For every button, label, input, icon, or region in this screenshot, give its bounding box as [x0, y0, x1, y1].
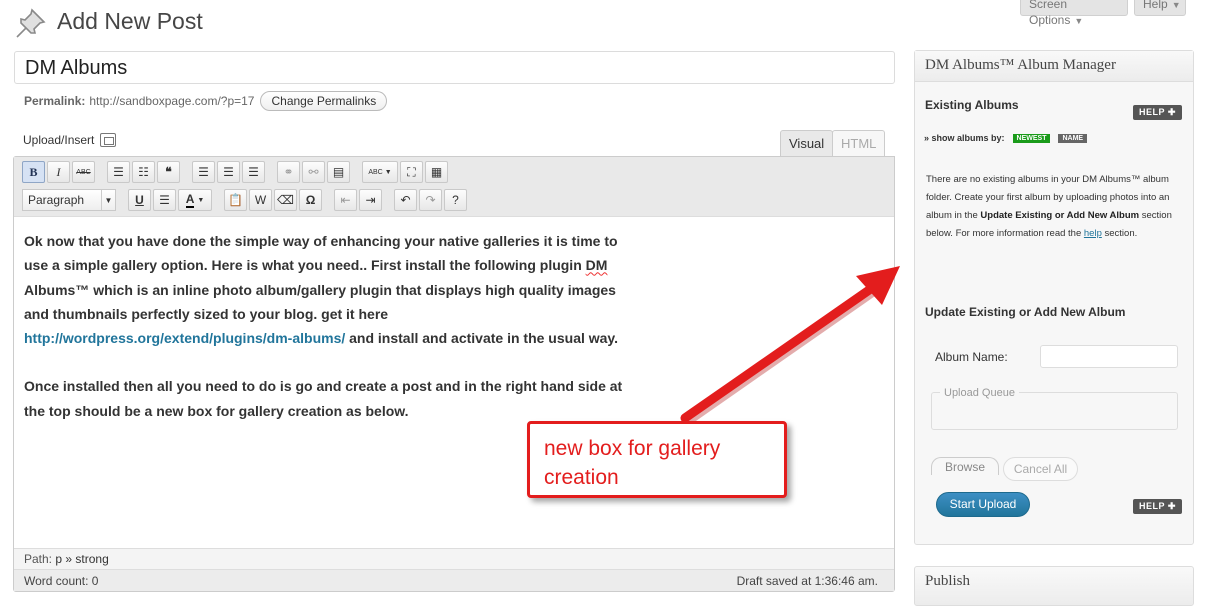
underline-button[interactable]: U: [128, 189, 151, 211]
editor-toolbar: B I ABC ☰ ☷ ❝ ☰ ☰ ☰ ⚭ ⚯ ▤ ABC ▼ ⛶ ▦ Parag…: [14, 157, 894, 217]
help-label: HELP: [1139, 501, 1165, 511]
change-permalinks-button[interactable]: Change Permalinks: [260, 91, 388, 111]
content-paragraph: Ok now that you have done the simple way…: [24, 229, 624, 350]
info-text: section.: [1101, 228, 1138, 239]
publish-title[interactable]: Publish: [925, 573, 970, 589]
page-title: Add New Post: [57, 8, 203, 34]
post-title-input[interactable]: DM Albums: [14, 51, 895, 84]
italic-button[interactable]: I: [47, 161, 70, 183]
link-icon[interactable]: ⚭: [277, 161, 300, 183]
path-bar: Path: p » strong: [14, 548, 894, 569]
more-tag-button[interactable]: ▤: [327, 161, 350, 183]
add-media-icon[interactable]: [100, 133, 117, 147]
no-albums-message: There are no existing albums in your DM …: [926, 171, 1184, 243]
tab-html[interactable]: HTML: [832, 130, 886, 156]
content-text: Ok now that you have done the simple way…: [24, 233, 618, 274]
help-label: HELP: [1139, 107, 1165, 117]
annotation-callout: new box for gallery creation: [527, 421, 787, 498]
screen-options-tab[interactable]: Screen Options ▼: [1020, 0, 1128, 27]
format-select[interactable]: Paragraph ▼: [22, 189, 116, 211]
bullet-list-button[interactable]: ☰: [107, 161, 130, 183]
help-button[interactable]: HELP ✚: [1133, 105, 1182, 120]
permalink-url[interactable]: http://sandboxpage.com/?p=17: [89, 94, 254, 108]
screen-options-label: Screen Options: [1029, 0, 1071, 27]
upload-insert: Upload/Insert: [23, 133, 117, 147]
help-tab[interactable]: Help ▼: [1134, 0, 1186, 16]
tab-visual[interactable]: Visual: [780, 130, 834, 156]
status-bar: Word count: 0 Draft saved at 1:36:46 am.: [14, 569, 894, 591]
annotation-arrow: [680, 266, 900, 426]
album-manager-box: DM Albums™ Album Manager Existing Albums…: [914, 50, 1194, 545]
paste-word-icon[interactable]: W: [249, 189, 272, 211]
plugin-link[interactable]: http://wordpress.org/extend/plugins/dm-a…: [24, 330, 345, 346]
info-text-bold: Update Existing or Add New Album: [980, 210, 1140, 221]
fullscreen-icon[interactable]: ⛶: [400, 161, 423, 183]
draft-saved-status: Draft saved at 1:36:46 am.: [736, 574, 878, 588]
content-text: and install and activate in the usual wa…: [345, 330, 619, 347]
upload-insert-label: Upload/Insert: [23, 133, 95, 147]
redo-icon[interactable]: ↷: [419, 189, 442, 211]
unlink-icon[interactable]: ⚯: [302, 161, 325, 183]
numbered-list-button[interactable]: ☷: [132, 161, 155, 183]
align-center-button[interactable]: ☰: [217, 161, 240, 183]
editor-content[interactable]: Ok now that you have done the simple way…: [24, 229, 624, 423]
undo-icon[interactable]: ↶: [394, 189, 417, 211]
chevron-down-icon: ▼: [101, 190, 115, 210]
eraser-icon[interactable]: ⌫: [274, 189, 297, 211]
chevron-down-icon: ▼: [1171, 0, 1181, 10]
path-label: Path:: [24, 552, 53, 566]
chevron-down-icon: ▼: [1074, 16, 1084, 26]
strikethrough-button[interactable]: ABC: [72, 161, 95, 183]
cancel-all-button[interactable]: Cancel All: [1003, 457, 1078, 481]
pushpin-icon: [16, 8, 46, 38]
content-paragraph: Once installed then all you need to do i…: [24, 378, 623, 419]
path-value[interactable]: p » strong: [55, 552, 108, 566]
help-link[interactable]: help: [1084, 228, 1102, 239]
indent-icon[interactable]: ⇥: [359, 189, 382, 211]
spellcheck-button[interactable]: ABC ▼: [362, 161, 398, 183]
browse-button[interactable]: Browse: [931, 457, 999, 475]
help-icon[interactable]: ?: [444, 189, 467, 211]
special-char-icon[interactable]: Ω: [299, 189, 322, 211]
blockquote-button[interactable]: ❝: [157, 161, 180, 183]
align-right-button[interactable]: ☰: [242, 161, 265, 183]
text-color-button[interactable]: A ▼: [178, 189, 212, 211]
album-name-input[interactable]: [1040, 345, 1178, 368]
justify-button[interactable]: ☰: [153, 189, 176, 211]
album-name-label: Album Name:: [935, 350, 1008, 364]
outdent-icon[interactable]: ⇤: [334, 189, 357, 211]
help-button[interactable]: HELP ✚: [1133, 499, 1182, 514]
content-text: Albums™ which is an inline photo album/g…: [24, 281, 616, 322]
sort-newest-button[interactable]: NEWEST: [1012, 133, 1051, 143]
album-manager-title[interactable]: DM Albums™ Album Manager: [915, 51, 1193, 82]
permalink-row: Permalink: http://sandboxpage.com/?p=17 …: [24, 91, 388, 111]
permalink-label: Permalink:: [24, 94, 86, 108]
help-label: Help: [1143, 0, 1168, 11]
bold-button[interactable]: B: [22, 161, 45, 183]
publish-box: Publish: [914, 566, 1194, 606]
paste-text-icon[interactable]: 📋: [224, 189, 247, 211]
word-count: Word count: 0: [24, 574, 99, 588]
start-upload-button[interactable]: Start Upload: [936, 492, 1030, 517]
kitchen-sink-button[interactable]: ▦: [425, 161, 448, 183]
content-text: DM: [585, 257, 608, 274]
align-left-button[interactable]: ☰: [192, 161, 215, 183]
existing-albums-heading: Existing Albums: [925, 98, 1019, 112]
upload-queue-label: Upload Queue: [940, 387, 1019, 399]
show-albums-by: » show albums by: NEWEST NAME: [924, 133, 1088, 143]
update-album-heading: Update Existing or Add New Album: [925, 305, 1126, 319]
sort-name-button[interactable]: NAME: [1058, 133, 1088, 143]
format-select-value: Paragraph: [28, 193, 85, 207]
show-albums-label: » show albums by:: [924, 133, 1005, 143]
